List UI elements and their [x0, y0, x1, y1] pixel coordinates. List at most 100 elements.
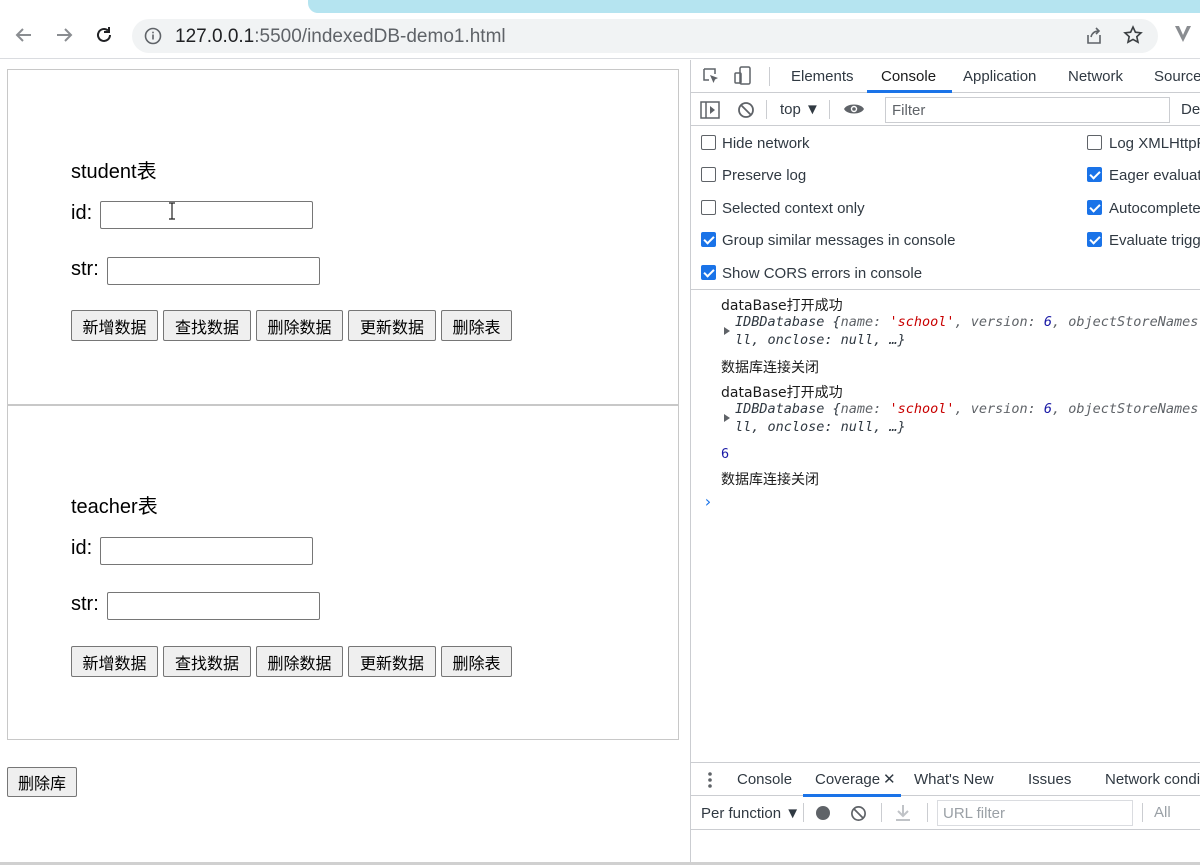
evaluate-triggers-label: Evaluate trigg	[1109, 232, 1200, 249]
tab-network[interactable]: Network	[1068, 68, 1123, 85]
caret-down-icon: ▼	[805, 101, 820, 118]
obj-key: , objectStoreNames	[1052, 314, 1199, 330]
delete-database-button[interactable]: 删除库	[7, 767, 77, 797]
tab-separator	[769, 67, 770, 86]
drawer-tab-issues[interactable]: Issues	[1028, 771, 1071, 788]
devtools-panel: Elements Console Application Network Sou…	[690, 60, 1200, 865]
teacher-title: teacher表	[71, 496, 158, 518]
url-filter-input[interactable]: URL filter	[937, 800, 1133, 826]
device-toolbar-icon[interactable]	[733, 65, 753, 87]
caret-down-icon: ▼	[785, 805, 801, 822]
drawer-tab-coverage[interactable]: Coverage	[815, 771, 880, 788]
url-path: :5500/indexedDB-demo1.html	[254, 26, 506, 47]
teacher-str-input[interactable]	[107, 592, 320, 620]
log-object[interactable]: IDBDatabase {name: 'school', version: 6,…	[735, 314, 1198, 330]
obj-string: 'school'	[889, 401, 955, 417]
inspect-element-icon[interactable]	[701, 66, 721, 86]
console-settings: Hide network Preserve log Selected conte…	[691, 126, 1200, 290]
expand-triangle-icon[interactable]	[724, 414, 730, 422]
student-drop-table-button[interactable]: 删除表	[441, 310, 512, 341]
hide-network-label: Hide network	[722, 135, 810, 152]
eye-icon[interactable]	[843, 102, 865, 116]
student-delete-button[interactable]: 删除数据	[256, 310, 343, 341]
teacher-drop-table-button[interactable]: 删除表	[441, 646, 512, 677]
back-button[interactable]	[12, 23, 36, 47]
tab-sources[interactable]: Source	[1154, 68, 1200, 85]
preserve-log-checkbox[interactable]	[701, 167, 716, 182]
log-xhr-label: Log XMLHttpR	[1109, 135, 1200, 152]
log-message: dataBase打开成功	[721, 385, 843, 401]
address-bar[interactable]: 127.0.0.1:5500/indexedDB-demo1.html	[132, 19, 1158, 53]
coverage-type-select[interactable]: Per function ▼	[701, 805, 800, 822]
teacher-id-input[interactable]	[100, 537, 313, 565]
console-log: dataBase打开成功 IDBDatabase {name: 'school'…	[691, 290, 1200, 760]
show-cors-label: Show CORS errors in console	[722, 265, 923, 282]
close-tab-icon[interactable]: ✕	[883, 770, 896, 788]
drawer-tab-bar: Console Coverage ✕ What's New Issues Net…	[691, 762, 1200, 797]
coverage-all-dropdown[interactable]: All	[1154, 804, 1171, 821]
context-selector[interactable]: top ▼	[780, 101, 820, 118]
clear-console-icon[interactable]	[737, 101, 755, 119]
log-xhr-checkbox[interactable]	[1087, 135, 1102, 150]
hide-network-checkbox[interactable]	[701, 135, 716, 150]
obj-key: name:	[840, 314, 890, 330]
toolbar-separator	[829, 100, 830, 119]
filter-input[interactable]: Filter	[885, 97, 1170, 123]
text-cursor-icon	[169, 202, 175, 220]
autocomplete-checkbox[interactable]	[1087, 200, 1102, 215]
drawer-tab-whats-new[interactable]: What's New	[914, 771, 994, 788]
extension-icon[interactable]	[1172, 23, 1194, 45]
share-icon[interactable]	[1084, 26, 1104, 46]
clear-icon[interactable]	[850, 805, 867, 822]
log-number: 6	[721, 446, 730, 462]
devtools-tab-bar: Elements Console Application Network Sou…	[691, 60, 1200, 93]
context-label: top	[780, 101, 801, 118]
eager-eval-label: Eager evaluati	[1109, 167, 1200, 184]
eager-eval-checkbox[interactable]	[1087, 167, 1102, 182]
obj-key: , objectStoreNames	[1052, 401, 1199, 417]
teacher-add-button[interactable]: 新增数据	[71, 646, 158, 677]
autocomplete-label: Autocomplete	[1109, 200, 1200, 217]
active-tab[interactable]	[0, 0, 306, 13]
obj-key: , version:	[954, 401, 1044, 417]
tab-strip-background	[308, 0, 1200, 13]
download-icon[interactable]	[895, 804, 911, 822]
drawer-tab-network-conditions[interactable]: Network condi	[1105, 771, 1200, 788]
arrow-right-icon	[57, 28, 73, 42]
tab-elements[interactable]: Elements	[791, 68, 854, 85]
toolbar-separator	[766, 100, 767, 119]
student-panel: student表 id: str: 新增数据 查找数据 删除数据 更新数据 删除…	[7, 69, 679, 405]
selected-context-checkbox[interactable]	[701, 200, 716, 215]
record-icon[interactable]	[815, 805, 831, 821]
sidebar-toggle-icon[interactable]	[700, 101, 720, 119]
student-str-label: str:	[71, 258, 99, 280]
reload-icon	[97, 27, 111, 42]
forward-button[interactable]	[52, 23, 76, 47]
tab-application[interactable]: Application	[963, 68, 1036, 85]
teacher-find-button[interactable]: 查找数据	[163, 646, 251, 677]
log-object[interactable]: IDBDatabase {name: 'school', version: 6,…	[735, 401, 1198, 417]
student-add-button[interactable]: 新增数据	[71, 310, 158, 341]
student-str-input[interactable]	[107, 257, 320, 285]
show-cors-checkbox[interactable]	[701, 265, 716, 280]
evaluate-triggers-checkbox[interactable]	[1087, 232, 1102, 247]
student-update-button[interactable]: 更新数据	[348, 310, 436, 341]
tab-console[interactable]: Console	[881, 68, 936, 85]
info-icon[interactable]	[144, 27, 162, 45]
log-message: 数据库连接关闭	[721, 472, 819, 488]
student-id-input[interactable]	[100, 201, 313, 229]
group-similar-checkbox[interactable]	[701, 232, 716, 247]
student-find-button[interactable]: 查找数据	[163, 310, 251, 341]
expand-triangle-icon[interactable]	[724, 327, 730, 335]
url-text[interactable]: 127.0.0.1:5500/indexedDB-demo1.html	[175, 26, 506, 48]
drawer-tab-console[interactable]: Console	[737, 771, 792, 788]
teacher-delete-button[interactable]: 删除数据	[256, 646, 343, 677]
reload-button[interactable]	[92, 23, 116, 47]
teacher-str-label: str:	[71, 593, 99, 615]
console-prompt[interactable]: ›	[703, 492, 713, 511]
screen: 127.0.0.1:5500/indexedDB-demo1.html stud…	[0, 0, 1200, 865]
bookmark-star-icon[interactable]	[1123, 25, 1143, 45]
more-vertical-icon[interactable]	[707, 771, 713, 789]
default-levels-dropdown[interactable]: Def	[1181, 101, 1200, 118]
teacher-update-button[interactable]: 更新数据	[348, 646, 436, 677]
